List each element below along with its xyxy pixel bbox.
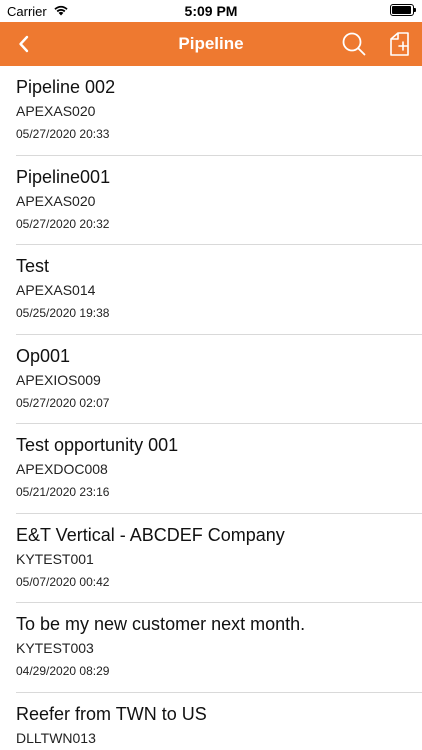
item-date: 05/07/2020 00:42 [16,574,110,589]
list-item[interactable]: E&T Vertical - ABCDEF Company KYTEST001 … [0,514,422,604]
list-item[interactable]: Reefer from TWN to US DLLTWN013 [0,693,422,750]
item-title: E&T Vertical - ABCDEF Company [16,524,285,545]
battery-icon [390,4,416,16]
item-title: Op001 [16,345,71,366]
item-code: APEXIOS009 [16,371,101,388]
list-item[interactable]: Test APEXAS014 05/25/2020 19:38 [0,245,422,335]
item-date: 05/27/2020 20:32 [16,216,110,231]
item-code: APEXDOC008 [16,461,108,477]
item-code: APEXAS020 [16,103,96,119]
status-bar: Carrier 5:09 PM [0,0,422,22]
new-document-icon [390,32,409,56]
list-item[interactable]: Pipeline001 APEXAS020 05/27/2020 20:32 [0,156,422,246]
item-title: Test opportunity 001 [16,435,179,455]
item-title: To be my new customer next month. [16,614,306,634]
item-date: 05/25/2020 19:38 [16,306,110,320]
item-title: Reefer from TWN to US [16,703,207,724]
nav-bar: Pipeline [0,22,422,66]
search-icon [342,32,366,56]
item-code: KYTEST003 [16,640,94,656]
status-right [390,4,416,16]
list-item[interactable]: Op001 APEXIOS009 05/27/2020 02:07 [0,335,422,425]
chevron-left-icon [19,35,29,53]
item-date: 05/27/2020 20:33 [16,127,110,141]
item-title: Test [16,256,50,276]
item-code: KYTEST001 [16,550,94,567]
item-title: Pipeline 002 [16,77,116,97]
item-date: 05/27/2020 02:07 [16,395,110,410]
status-time: 5:09 PM [184,3,238,19]
list-item[interactable]: Pipeline 002 APEXAS020 05/27/2020 20:33 [0,66,422,156]
pipeline-list: Pipeline 002 APEXAS020 05/27/2020 20:33 … [0,66,422,750]
new-document-button[interactable] [386,30,414,58]
list-item[interactable]: Test opportunity 001 APEXDOC008 05/21/20… [0,424,422,514]
screen: Carrier 5:09 PM Pipeline Pipeline 002 AP… [0,0,422,750]
item-code: APEXAS014 [16,282,96,298]
item-date: 05/21/2020 23:16 [16,485,110,499]
back-button[interactable] [10,30,38,58]
search-button[interactable] [340,30,368,58]
battery-level [392,6,411,14]
item-date: 04/29/2020 08:29 [16,664,110,678]
item-code: DLLTWN013 [16,729,96,746]
item-title: Pipeline001 [16,166,111,187]
list-item[interactable]: To be my new customer next month. KYTEST… [0,603,422,693]
item-code: APEXAS020 [16,192,96,209]
